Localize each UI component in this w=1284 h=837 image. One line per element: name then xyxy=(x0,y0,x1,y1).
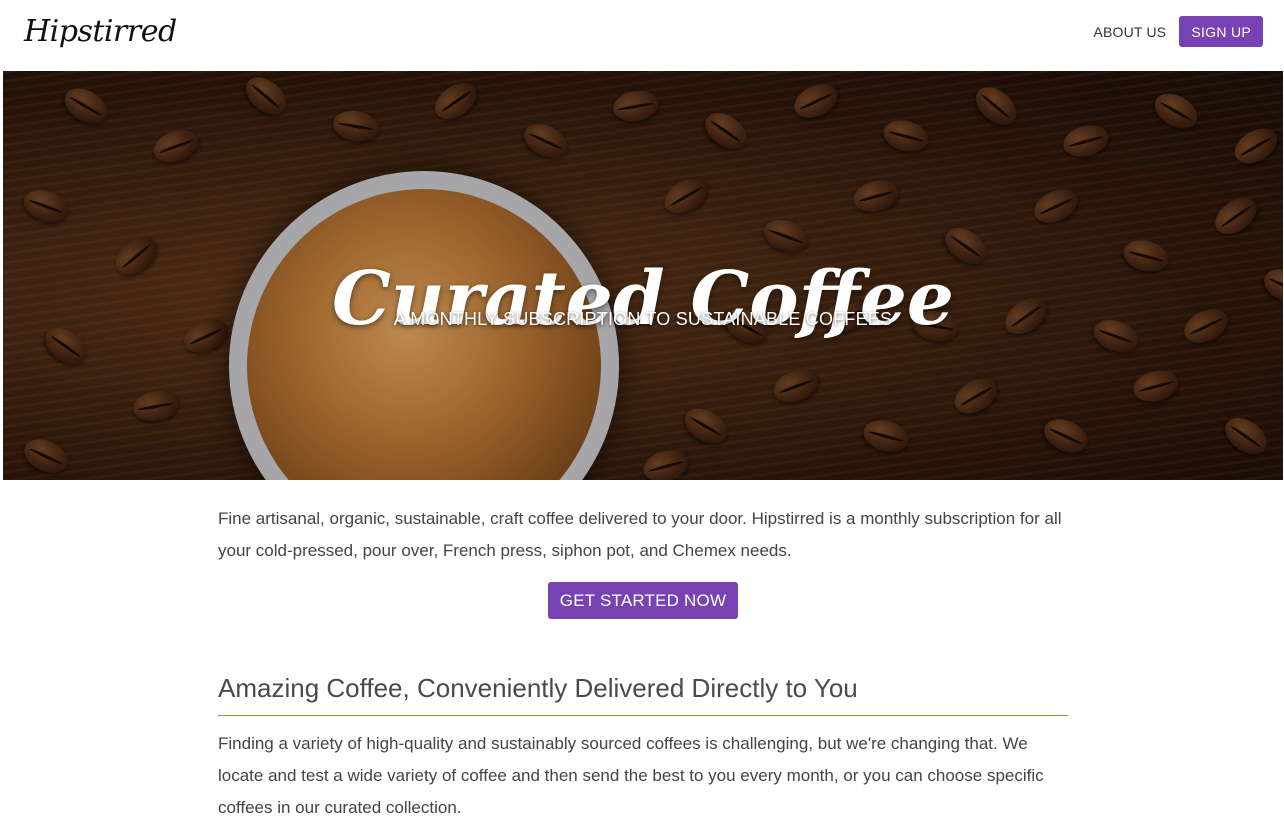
hero-subtitle: A MONTHLY SUBSCRIPTION TO SUSTAINABLE CO… xyxy=(393,309,893,329)
main-nav: ABOUT US SIGN UP xyxy=(1093,16,1263,47)
hero-banner: Curated Coffee A MONTHLY SUBSCRIPTION TO… xyxy=(3,71,1283,480)
section-heading: Amazing Coffee, Conveniently Delivered D… xyxy=(218,673,1068,716)
logo[interactable]: Hipstirred xyxy=(24,10,177,54)
cta-container: GET STARTED NOW xyxy=(218,582,1068,619)
get-started-button[interactable]: GET STARTED NOW xyxy=(547,582,739,619)
main-content: Fine artisanal, organic, sustainable, cr… xyxy=(218,503,1068,824)
intro-paragraph: Fine artisanal, organic, sustainable, cr… xyxy=(218,509,1062,560)
signup-button[interactable]: SIGN UP xyxy=(1179,16,1263,47)
nav-about-link[interactable]: ABOUT US xyxy=(1093,24,1166,40)
site-header: Hipstirred ABOUT US SIGN UP xyxy=(0,0,1284,71)
hero-title: Curated Coffee xyxy=(331,255,955,342)
section-paragraph: Finding a variety of high-quality and su… xyxy=(218,734,1044,817)
